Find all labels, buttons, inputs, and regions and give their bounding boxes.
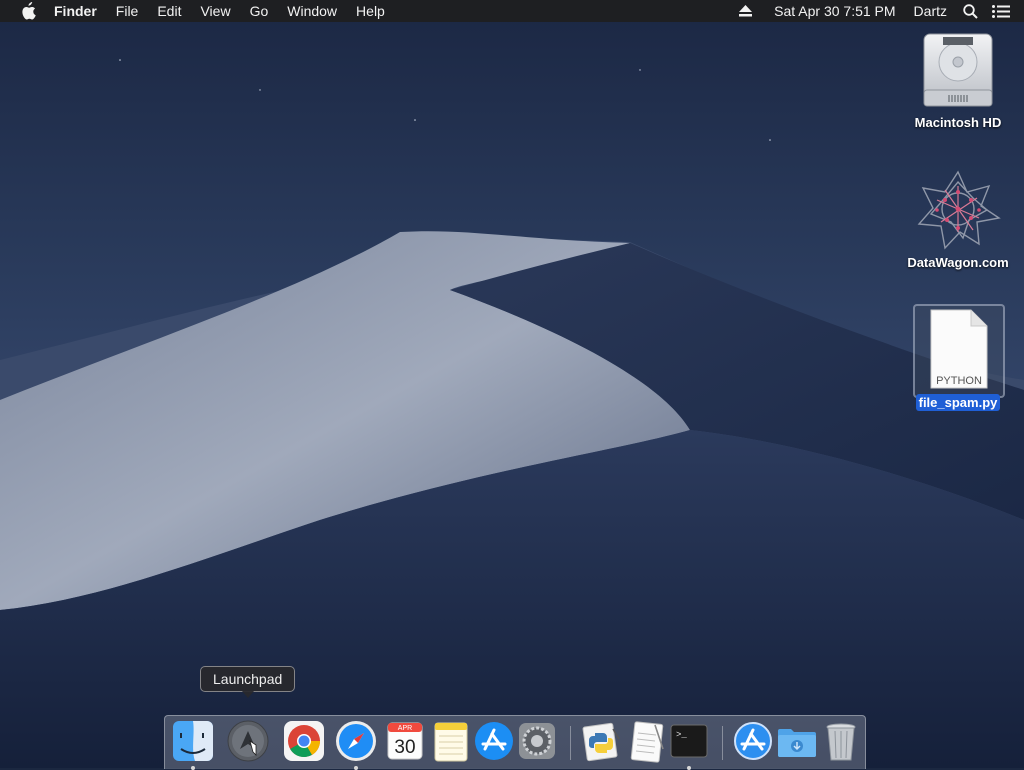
dock-separator [722, 726, 723, 760]
calendar-month: APR [398, 725, 412, 732]
trash-icon [826, 723, 856, 761]
terminal-prompt: >_ [676, 730, 687, 740]
eject-icon[interactable] [739, 0, 753, 22]
menu-window[interactable]: Window [287, 0, 337, 22]
finder-icon [173, 721, 213, 761]
notification-center-icon[interactable] [992, 0, 1010, 22]
menu-go[interactable]: Go [250, 0, 269, 22]
notes-icon [434, 722, 468, 762]
dock-item-textedit[interactable] [625, 719, 669, 763]
dock-separator [570, 726, 571, 760]
system-preferences-icon [519, 723, 555, 759]
chrome-icon [284, 721, 324, 761]
menu-view[interactable]: View [200, 0, 230, 22]
network-volume-icon [917, 170, 1001, 250]
dock-tooltip: Launchpad [200, 666, 296, 698]
spotlight-icon[interactable] [963, 0, 978, 22]
menu-edit[interactable]: Edit [157, 0, 181, 22]
menu-bar: Finder File Edit View Go Window Help Sat… [0, 0, 1024, 22]
running-indicator [354, 766, 358, 770]
dock-item-system-preferences[interactable] [515, 719, 559, 763]
applications-folder-icon [734, 722, 772, 760]
desktop-wallpaper [0, 0, 1024, 768]
dock-item-notes[interactable] [429, 719, 473, 763]
dock-item-finder[interactable] [171, 719, 215, 770]
file-type-label: PYTHON [936, 375, 982, 387]
desktop-icon-file-spam-py[interactable]: PYTHON file_spam.py [903, 308, 1013, 412]
apple-icon[interactable] [20, 0, 36, 22]
textedit-icon [630, 721, 664, 763]
python-launcher-icon [582, 722, 620, 762]
menu-app-finder[interactable]: Finder [54, 0, 97, 22]
desktop-icon-label: DataWagon.com [907, 255, 1009, 270]
downloads-folder-icon [778, 729, 816, 757]
desktop-icon-datawagon[interactable]: DataWagon.com [903, 168, 1013, 272]
menu-help[interactable]: Help [356, 0, 385, 22]
menubar-user[interactable]: Dartz [914, 0, 947, 22]
app-store-icon [475, 722, 513, 760]
terminal-icon: >_ [670, 724, 708, 758]
dock-item-applications[interactable] [731, 719, 775, 763]
dock-item-python-launcher[interactable] [579, 719, 623, 763]
running-indicator [191, 766, 195, 770]
hard-drive-icon [923, 33, 993, 107]
calendar-day: 30 [394, 737, 415, 758]
launchpad-icon [227, 720, 269, 762]
running-indicator [687, 766, 691, 770]
dock-item-safari[interactable] [334, 719, 378, 770]
desktop-icon-label: file_spam.py [915, 394, 1001, 411]
calendar-icon: APR 30 [387, 722, 423, 760]
python-file-icon: PYTHON [930, 309, 988, 389]
dock-item-trash[interactable] [819, 719, 863, 763]
dock-item-chrome[interactable] [282, 719, 326, 763]
desktop-icon-macintosh-hd[interactable]: Macintosh HD [903, 30, 1013, 132]
safari-icon [336, 721, 376, 761]
menubar-clock[interactable]: Sat Apr 30 7:51 PM [774, 0, 895, 22]
dock-item-calendar[interactable]: APR 30 [383, 719, 427, 763]
dock: APR 30 >_ [164, 715, 866, 770]
dock-item-launchpad[interactable] [226, 719, 270, 763]
menu-file[interactable]: File [116, 0, 139, 22]
dock-item-downloads[interactable] [775, 719, 819, 763]
desktop-icon-label: Macintosh HD [914, 115, 1002, 130]
dock-item-terminal[interactable]: >_ [667, 719, 711, 770]
dock-item-app-store[interactable] [472, 719, 516, 763]
